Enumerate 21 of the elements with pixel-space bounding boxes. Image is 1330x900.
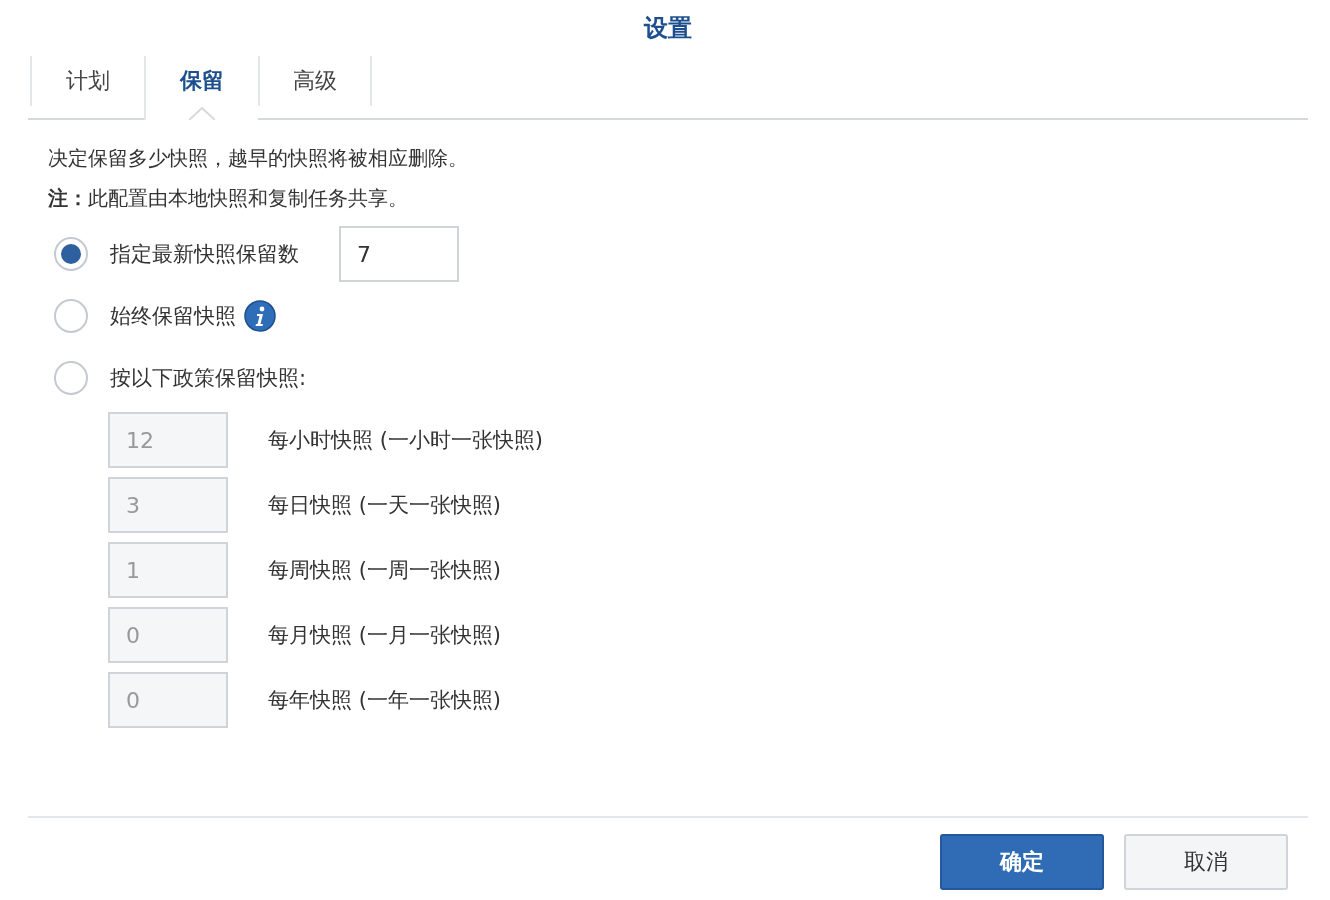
window-title: 设置: [642, 13, 693, 44]
info-icon[interactable]: [244, 300, 276, 332]
policy-label: 每日快照 (一天一张快照): [268, 492, 502, 519]
radio-button[interactable]: [54, 237, 88, 271]
radio-button[interactable]: [54, 361, 88, 395]
option-label: 按以下政策保留快照:: [110, 365, 307, 392]
tab[interactable]: 高级: [258, 56, 372, 106]
policy-label: 每小时快照 (一小时一张快照): [268, 427, 544, 454]
option-label: 指定最新快照保留数: [110, 241, 299, 268]
policy-label: 每年快照 (一年一张快照): [268, 687, 502, 714]
tab[interactable]: 保留: [144, 56, 258, 120]
description-text: 决定保留多少快照，越早的快照将被相应删除。: [48, 146, 469, 170]
policy-label: 每月快照 (一月一张快照): [268, 622, 502, 649]
option-label: 始终保留快照: [110, 303, 236, 330]
tab-pointer-icon: [189, 107, 215, 120]
count-field[interactable]: 7: [339, 226, 459, 282]
cancel-button[interactable]: 取消: [1124, 834, 1288, 890]
confirm-button[interactable]: 确定: [940, 834, 1104, 890]
radio-button[interactable]: [54, 299, 88, 333]
policy-label: 每周快照 (一周一张快照): [268, 557, 502, 584]
description-text: 注：此配置由本地快照和复制任务共享。: [48, 186, 409, 210]
